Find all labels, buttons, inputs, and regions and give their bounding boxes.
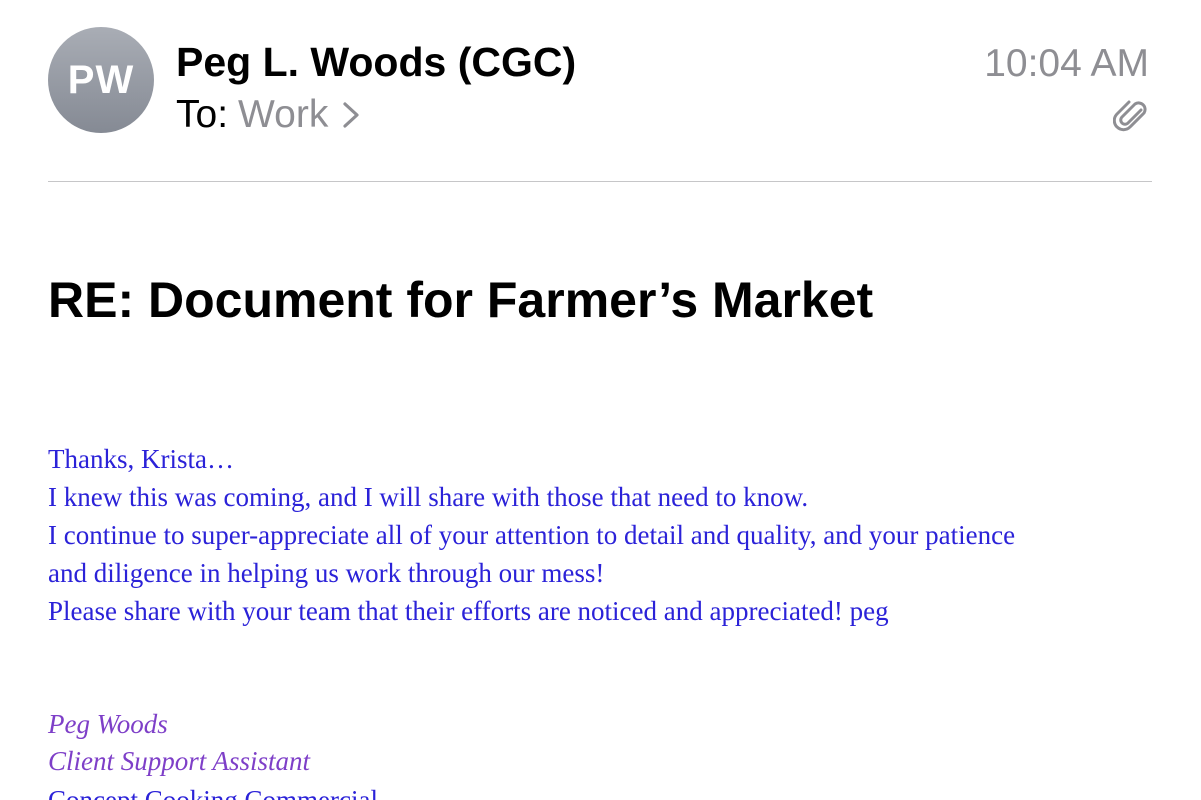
signature-title: Client Support Assistant <box>48 746 311 776</box>
chevron-right-icon[interactable] <box>342 101 360 129</box>
recipient-line[interactable]: To: Work <box>176 90 360 140</box>
paperclip-icon[interactable] <box>1113 96 1149 136</box>
email-view: PW Peg L. Woods (CGC) To: Work 10:04 AM … <box>0 0 1201 800</box>
email-body: Thanks, Krista… I knew this was coming, … <box>48 440 1153 630</box>
avatar[interactable]: PW <box>48 27 154 133</box>
sender-name[interactable]: Peg L. Woods (CGC) <box>176 36 576 88</box>
avatar-initials: PW <box>67 57 135 102</box>
body-line: Thanks, Krista… <box>48 444 234 474</box>
signature-name: Peg Woods <box>48 709 168 739</box>
body-line: I continue to super-appreciate all of yo… <box>48 520 1016 550</box>
email-signature: Peg Woods Client Support Assistant <box>48 706 310 780</box>
signature-company-line: Concept Cooking Commercial... <box>48 785 399 800</box>
email-subject: RE: Document for Farmer’s Market <box>48 272 874 328</box>
body-line: and diligence in helping us work through… <box>48 558 605 588</box>
body-line: Please share with your team that their e… <box>48 596 889 626</box>
timestamp: 10:04 AM <box>984 42 1149 85</box>
recipient-name[interactable]: Work <box>238 90 328 140</box>
header-divider <box>48 181 1152 182</box>
to-label: To: <box>176 93 229 136</box>
body-line: I knew this was coming, and I will share… <box>48 482 809 512</box>
